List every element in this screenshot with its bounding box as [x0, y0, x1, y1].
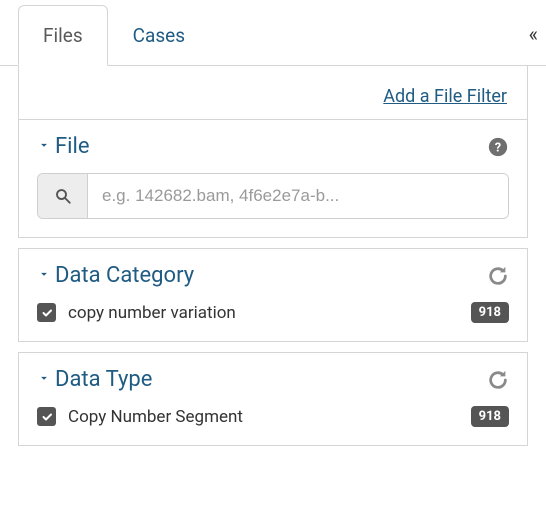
- facet-label[interactable]: Copy Number Segment: [68, 407, 471, 427]
- file-search-group: [37, 173, 509, 219]
- chevron-down-icon: [37, 266, 51, 285]
- svg-text:?: ?: [495, 140, 501, 155]
- section-data-type-panel: Data Type Copy Number Segment 918: [18, 352, 528, 446]
- chevron-down-icon: [37, 137, 51, 156]
- section-data-category-title: Data Category: [55, 263, 194, 288]
- tab-files[interactable]: Files: [18, 5, 108, 66]
- help-icon[interactable]: ?: [487, 136, 509, 158]
- section-file-title: File: [55, 134, 90, 159]
- section-file-toggle[interactable]: File: [37, 134, 90, 159]
- section-file-header: File ?: [37, 134, 509, 159]
- checkbox-checked-icon[interactable]: [37, 407, 56, 426]
- add-file-filter-link[interactable]: Add a File Filter: [383, 86, 507, 107]
- tab-cases[interactable]: Cases: [108, 5, 210, 65]
- search-icon[interactable]: [38, 174, 88, 218]
- section-data-type: Data Type Copy Number Segment 918: [19, 353, 527, 445]
- count-badge: 918: [471, 302, 509, 323]
- section-data-type-toggle[interactable]: Data Type: [37, 367, 152, 392]
- file-search-input[interactable]: [88, 174, 508, 218]
- section-file: File ?: [19, 120, 527, 237]
- section-data-type-title: Data Type: [55, 367, 152, 392]
- filters-panel: Add a File Filter File ?: [18, 66, 528, 238]
- facet-row: copy number variation 918: [37, 302, 509, 323]
- facet-label[interactable]: copy number variation: [68, 303, 471, 323]
- section-data-category-toggle[interactable]: Data Category: [37, 263, 194, 288]
- facet-row: Copy Number Segment 918: [37, 406, 509, 427]
- tabs-row: Files Cases «: [0, 0, 546, 66]
- section-data-category-header: Data Category: [37, 263, 509, 288]
- checkbox-checked-icon[interactable]: [37, 303, 56, 322]
- section-data-category: Data Category copy number variation 918: [19, 249, 527, 341]
- collapse-icon[interactable]: «: [529, 22, 538, 46]
- section-data-type-header: Data Type: [37, 367, 509, 392]
- add-filter-row: Add a File Filter: [19, 66, 527, 120]
- chevron-down-icon: [37, 370, 51, 389]
- count-badge: 918: [471, 406, 509, 427]
- reset-icon[interactable]: [487, 369, 509, 391]
- section-data-category-panel: Data Category copy number variation 918: [18, 248, 528, 342]
- reset-icon[interactable]: [487, 265, 509, 287]
